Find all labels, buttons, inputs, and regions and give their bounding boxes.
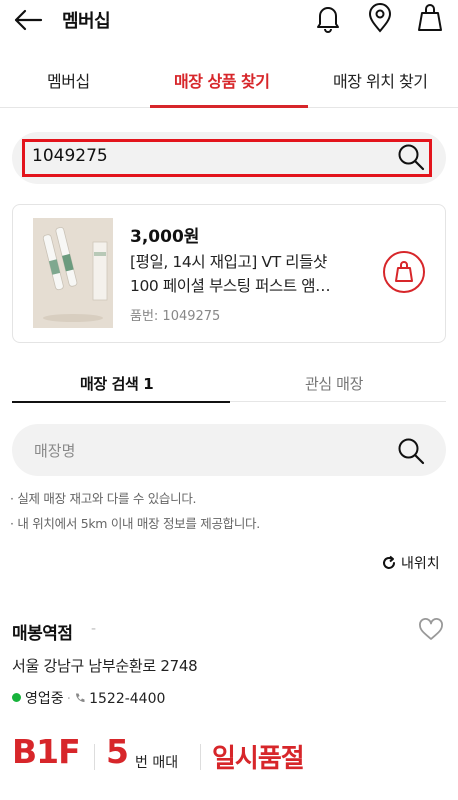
shopping-bag-icon[interactable]: [416, 2, 444, 34]
refresh-icon: [383, 555, 395, 569]
bell-icon[interactable]: [314, 2, 342, 34]
store-open-status: 영업중: [25, 691, 64, 707]
open-status-dot: [12, 693, 21, 702]
main-tabs: 멤버십 매장 상품 찾기 매장 위치 찾기: [0, 52, 458, 108]
my-location-label: 내위치: [401, 556, 440, 572]
notice-stock-difference: · 실제 매장 재고와 다를 수 있습니다.: [10, 491, 197, 506]
shelf-number: 5: [106, 732, 129, 771]
back-arrow-icon[interactable]: [12, 6, 44, 34]
location-pin-icon[interactable]: [366, 2, 394, 34]
add-to-bag-button[interactable]: [383, 251, 425, 293]
subtab-favorite-stores[interactable]: 관심 매장: [305, 373, 363, 394]
tab-membership[interactable]: 멤버십: [47, 68, 90, 92]
store-distance: -: [91, 621, 97, 637]
product-image: [33, 218, 113, 328]
store-floor: B1F: [12, 732, 81, 771]
store-search-box[interactable]: [12, 424, 446, 476]
app-header: 멤버십: [0, 0, 458, 50]
active-tab-indicator: [150, 105, 308, 108]
tab-store-location-search[interactable]: 매장 위치 찾기: [333, 68, 428, 92]
separator-dot: ·: [66, 691, 72, 707]
subtab-store-search[interactable]: 매장 검색 1: [80, 373, 154, 394]
heart-icon[interactable]: [418, 618, 444, 642]
my-location-button[interactable]: 내위치: [381, 553, 440, 573]
search-icon[interactable]: [396, 436, 426, 466]
product-name-line1: [평일, 14시 재입고] VT 리들샷: [130, 253, 327, 271]
store-status-row: 영업중 · 1522-4400: [12, 688, 165, 708]
product-search-input[interactable]: 1049275: [32, 146, 108, 166]
divider: [200, 744, 201, 770]
store-phone[interactable]: 1522-4400: [89, 691, 165, 707]
divider: [94, 744, 95, 770]
page-title: 멤버십: [62, 11, 111, 32]
search-icon[interactable]: [396, 142, 426, 172]
tab-store-product-search[interactable]: 매장 상품 찾기: [174, 68, 270, 92]
shopping-bag-icon: [395, 261, 413, 282]
product-name[interactable]: [평일, 14시 재입고] VT 리들샷 100 페이셜 부스팅 퍼스트 앰…: [130, 250, 370, 298]
subtab-active-indicator: [12, 401, 230, 403]
notice-5km-range: · 내 위치에서 5km 이내 매장 정보를 제공합니다.: [10, 516, 260, 531]
store-address: 서울 강남구 남부순환로 2748: [12, 657, 198, 675]
phone-icon: [74, 691, 89, 707]
product-name-line2: 100 페이셜 부스팅 퍼스트 앰…: [130, 277, 331, 295]
stock-status: 일시품절: [212, 744, 305, 774]
store-search-input[interactable]: 매장명: [34, 440, 75, 461]
shelf-unit: 번 매대: [135, 755, 179, 771]
store-name[interactable]: 매봉역점: [12, 619, 73, 644]
product-code: 품번: 1049275: [130, 309, 221, 324]
product-price: 3,000원: [130, 227, 200, 247]
